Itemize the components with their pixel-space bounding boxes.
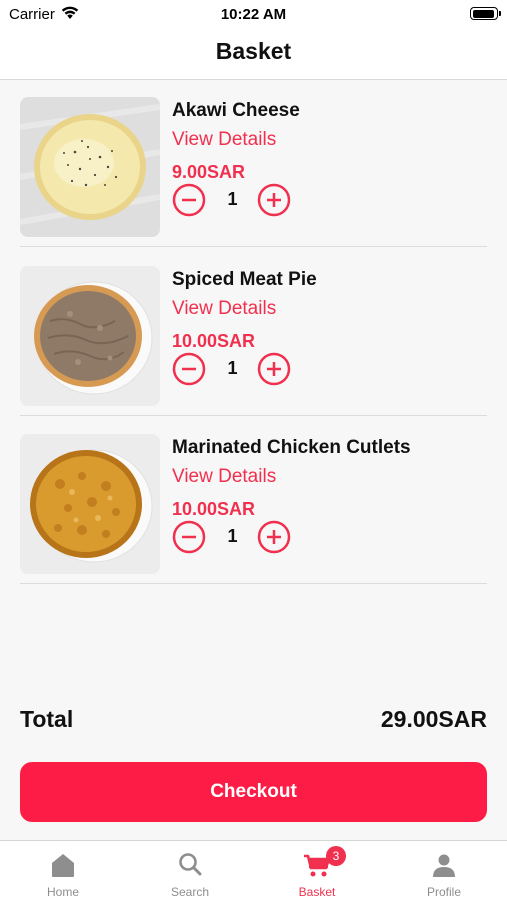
item-name: Spiced Meat Pie [172,269,317,290]
tab-label: Search [170,885,210,899]
tab-basket[interactable]: 3 Basket [254,841,380,900]
item-image [20,97,160,237]
checkout-button[interactable]: Checkout [20,762,487,822]
tab-label: Profile [426,885,461,899]
basket-item: Spiced Meat Pie View Details 10.00SAR 1 [20,250,487,416]
item-image [20,266,160,406]
tab-home[interactable]: Home [0,841,126,900]
increase-quantity-button[interactable] [257,352,291,386]
item-price: 10.00SAR [172,331,256,351]
tab-profile[interactable]: Profile [381,841,507,900]
tab-bar: Home Search 3 Basket Profile [0,840,507,900]
search-icon [179,853,202,876]
person-icon [433,854,455,877]
basket-item: Marinated Chicken Cutlets View Details 1… [20,418,487,584]
item-image [20,434,160,574]
basket-item: Akawi Cheese View Details 9.00SAR 1 [20,81,487,247]
view-details-link[interactable]: View Details [172,466,276,488]
home-icon [52,854,74,877]
status-bar: Carrier 10:22 AM [0,0,507,30]
item-name: Akawi Cheese [172,100,300,121]
decrease-quantity-button[interactable] [172,352,206,386]
quantity-value: 1 [227,189,238,209]
quantity-value: 1 [227,358,238,378]
tab-label: Basket [298,885,336,899]
navigation-bar: Basket [0,30,507,80]
increase-quantity-button[interactable] [257,520,291,554]
page-title: Basket [215,38,292,64]
item-price: 10.00SAR [172,499,256,519]
tab-label: Home [46,885,79,899]
tab-search[interactable]: Search [127,841,253,900]
decrease-quantity-button[interactable] [172,183,206,217]
view-details-link[interactable]: View Details [172,298,276,320]
battery-icon [470,7,501,20]
item-price: 9.00SAR [172,162,246,182]
cart-count-badge: 3 [326,846,346,866]
item-name: Marinated Chicken Cutlets [172,437,411,458]
total-label: Total [20,706,74,732]
view-details-link[interactable]: View Details [172,129,276,151]
quantity-value: 1 [227,526,238,546]
decrease-quantity-button[interactable] [172,520,206,554]
status-time: 10:22 AM [220,6,287,23]
increase-quantity-button[interactable] [257,183,291,217]
total-value: 29.00SAR [380,706,487,732]
